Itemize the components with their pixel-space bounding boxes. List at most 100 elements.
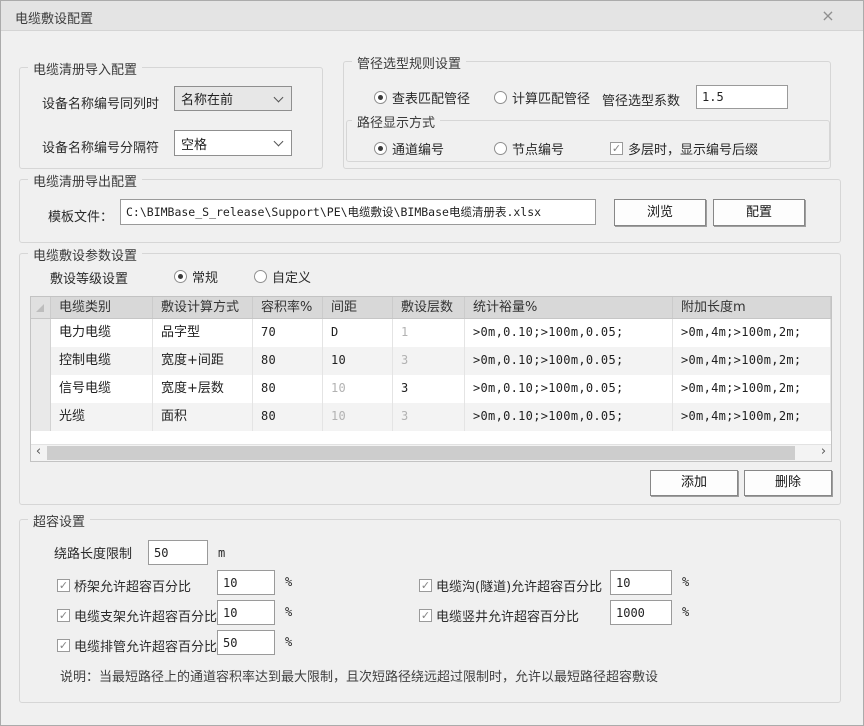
cell-calc-method[interactable]: 面积 bbox=[153, 403, 253, 431]
scrollbar-thumb[interactable] bbox=[47, 446, 795, 460]
cell-calc-method[interactable]: 宽度+间距 bbox=[153, 347, 253, 375]
tray-overcap-checkbox[interactable]: ✓ bbox=[57, 579, 70, 592]
calc-match-option[interactable]: 计算匹配管径 bbox=[494, 88, 590, 107]
group-title-pipe-rule: 管径选型规则设置 bbox=[352, 53, 467, 72]
level-custom-option[interactable]: 自定义 bbox=[254, 267, 311, 286]
cell-margin[interactable]: >0m,0.10;>100m,0.05; bbox=[465, 375, 673, 403]
template-file-input[interactable] bbox=[120, 199, 596, 225]
cell-extra-len[interactable]: >0m,4m;>100m,2m; bbox=[673, 375, 831, 403]
channel-number-option[interactable]: 通道编号 bbox=[374, 139, 444, 158]
level-normal-radio[interactable] bbox=[174, 269, 187, 283]
conduit-overcap-input[interactable] bbox=[217, 630, 275, 655]
cell-fill-rate[interactable]: 80 bbox=[253, 375, 323, 403]
cell-layers[interactable]: 3 bbox=[393, 375, 465, 403]
level-custom-radio[interactable] bbox=[254, 269, 267, 283]
close-icon[interactable]: × bbox=[819, 6, 837, 25]
node-number-option[interactable]: 节点编号 bbox=[494, 139, 564, 158]
title-bar: 电缆敷设配置 × bbox=[1, 1, 863, 31]
cell-spacing[interactable]: D bbox=[323, 319, 393, 347]
cell-layers[interactable]: 3 bbox=[393, 347, 465, 375]
percent-label: % bbox=[285, 635, 293, 649]
chevron-down-icon[interactable] bbox=[273, 92, 284, 102]
cell-spacing[interactable]: 10 bbox=[323, 403, 393, 431]
cell-calc-method[interactable]: 品字型 bbox=[153, 319, 253, 347]
name-order-label: 设备名称编号同列时 bbox=[42, 97, 160, 112]
percent-label: % bbox=[682, 575, 690, 589]
level-normal-option[interactable]: 常规 bbox=[174, 267, 218, 286]
cell-spacing[interactable]: 10 bbox=[323, 375, 393, 403]
scroll-right-icon[interactable]: › bbox=[816, 445, 831, 461]
suffix-checkbox[interactable]: ✓ bbox=[610, 141, 623, 155]
cell-fill-rate[interactable]: 70 bbox=[253, 319, 323, 347]
group-title-overcapacity: 超容设置 bbox=[28, 511, 91, 530]
node-number-radio[interactable] bbox=[494, 141, 507, 155]
row-indicator[interactable] bbox=[31, 347, 51, 375]
separator-dropdown[interactable]: 空格 bbox=[174, 130, 292, 156]
cell-margin[interactable]: >0m,0.10;>100m,0.05; bbox=[465, 319, 673, 347]
col-header-calc-method[interactable]: 敷设计算方式 bbox=[153, 297, 253, 318]
table-row[interactable]: 电力电缆 品字型 70 D 1 >0m,0.10;>100m,0.05; >0m… bbox=[31, 319, 831, 347]
cell-cable-type[interactable]: 控制电缆 bbox=[51, 347, 153, 375]
col-header-cable-type[interactable]: 电缆类别 bbox=[51, 297, 153, 318]
lookup-match-radio[interactable] bbox=[374, 90, 387, 104]
cell-calc-method[interactable]: 宽度+层数 bbox=[153, 375, 253, 403]
level-setting-label: 敷设等级设置 bbox=[50, 272, 129, 287]
detour-length-input[interactable] bbox=[148, 540, 209, 565]
detour-length-row: 绕路长度限制 m bbox=[54, 540, 225, 565]
trench-overcap-checkbox[interactable]: ✓ bbox=[419, 579, 432, 592]
name-order-value: 名称在前 bbox=[181, 93, 234, 108]
cell-extra-len[interactable]: >0m,4m;>100m,2m; bbox=[673, 403, 831, 431]
coef-input[interactable] bbox=[696, 85, 788, 109]
scroll-left-icon[interactable]: ‹ bbox=[31, 445, 46, 461]
check-icon: ✓ bbox=[420, 609, 431, 622]
row-indicator[interactable] bbox=[31, 319, 51, 347]
cable-laying-config-dialog: 电缆敷设配置 × 电缆清册导入配置 设备名称编号同列时 名称在前 设备名称编号分… bbox=[0, 0, 864, 726]
trench-overcap-input[interactable] bbox=[610, 570, 672, 595]
col-header-margin[interactable]: 统计裕量% bbox=[465, 297, 673, 318]
table-row[interactable]: 控制电缆 宽度+间距 80 10 3 >0m,0.10;>100m,0.05; … bbox=[31, 347, 831, 375]
chevron-down-icon[interactable] bbox=[273, 136, 284, 147]
export-config-group: 电缆清册导出配置 模板文件： 浏览 配置 bbox=[19, 171, 841, 243]
lookup-match-option[interactable]: 查表匹配管径 bbox=[374, 88, 470, 107]
add-button[interactable]: 添加 bbox=[650, 470, 738, 496]
delete-button[interactable]: 删除 bbox=[744, 470, 832, 496]
row-indicator[interactable] bbox=[31, 403, 51, 431]
cell-fill-rate[interactable]: 80 bbox=[253, 403, 323, 431]
horizontal-scrollbar[interactable]: ‹ › bbox=[31, 444, 831, 461]
cell-cable-type[interactable]: 光缆 bbox=[51, 403, 153, 431]
config-button[interactable]: 配置 bbox=[713, 199, 805, 226]
note-text: 说明：当最短路径上的通道容积率达到最大限制，且次短路径绕远超过限制时，允许以最短… bbox=[60, 670, 659, 685]
row-indicator[interactable] bbox=[31, 375, 51, 403]
cell-layers[interactable]: 1 bbox=[393, 319, 465, 347]
table-row[interactable]: 光缆 面积 80 10 3 >0m,0.10;>100m,0.05; >0m,4… bbox=[31, 403, 831, 431]
cell-cable-type[interactable]: 电力电缆 bbox=[51, 319, 153, 347]
col-header-fill-rate[interactable]: 容积率% bbox=[253, 297, 323, 318]
col-header-spacing[interactable]: 间距 bbox=[323, 297, 393, 318]
name-order-dropdown[interactable]: 名称在前 bbox=[174, 86, 292, 111]
support-overcap-input[interactable] bbox=[217, 600, 275, 625]
cell-cable-type[interactable]: 信号电缆 bbox=[51, 375, 153, 403]
table-row[interactable]: 信号电缆 宽度+层数 80 10 3 >0m,0.10;>100m,0.05; … bbox=[31, 375, 831, 403]
col-header-extra-len[interactable]: 附加长度m bbox=[673, 297, 831, 318]
suffix-checkbox-option[interactable]: ✓ 多层时，显示编号后缀 bbox=[610, 139, 758, 158]
calc-match-radio[interactable] bbox=[494, 90, 507, 104]
group-title-export: 电缆清册导出配置 bbox=[28, 171, 143, 190]
cell-margin[interactable]: >0m,0.10;>100m,0.05; bbox=[465, 347, 673, 375]
tray-overcap-input[interactable] bbox=[217, 570, 275, 595]
shaft-overcap-input[interactable] bbox=[610, 600, 672, 625]
channel-number-radio[interactable] bbox=[374, 141, 387, 155]
cell-fill-rate[interactable]: 80 bbox=[253, 347, 323, 375]
cell-margin[interactable]: >0m,0.10;>100m,0.05; bbox=[465, 403, 673, 431]
shaft-overcap-checkbox[interactable]: ✓ bbox=[419, 609, 432, 622]
cell-spacing[interactable]: 10 bbox=[323, 347, 393, 375]
cell-extra-len[interactable]: >0m,4m;>100m,2m; bbox=[673, 319, 831, 347]
pipe-diameter-rule-group: 管径选型规则设置 查表匹配管径 计算匹配管径 管径选型系数 路径显示方式 通道编… bbox=[343, 53, 831, 169]
support-overcap-checkbox[interactable]: ✓ bbox=[57, 609, 70, 622]
col-header-layers[interactable]: 敷设层数 bbox=[393, 297, 465, 318]
cell-extra-len[interactable]: >0m,4m;>100m,2m; bbox=[673, 347, 831, 375]
coef-label: 管径选型系数 bbox=[602, 94, 681, 109]
select-all-cell[interactable] bbox=[31, 297, 51, 318]
cell-layers[interactable]: 3 bbox=[393, 403, 465, 431]
conduit-overcap-checkbox[interactable]: ✓ bbox=[57, 639, 70, 652]
browse-button[interactable]: 浏览 bbox=[614, 199, 706, 226]
